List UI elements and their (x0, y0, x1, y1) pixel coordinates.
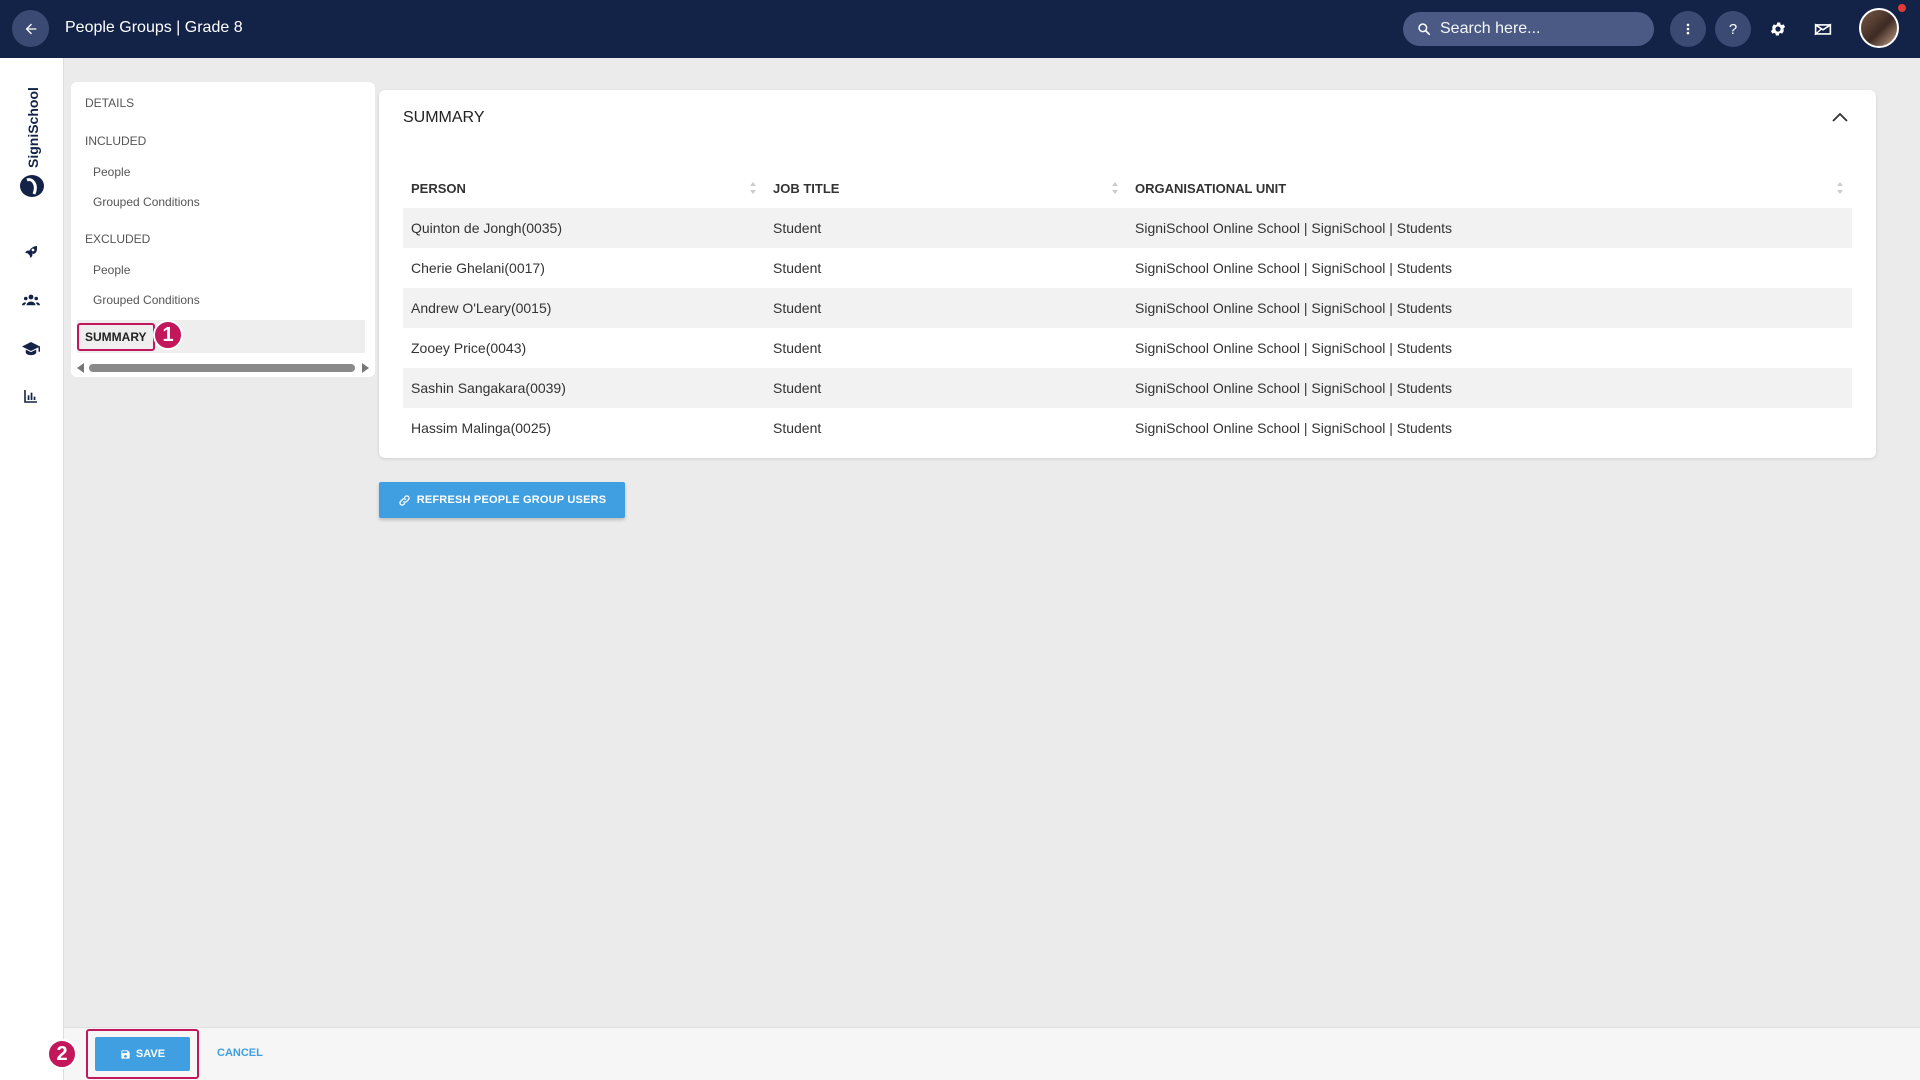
search-input[interactable] (1440, 20, 1640, 38)
collapse-button[interactable] (1828, 106, 1852, 130)
messages-icon (1814, 23, 1832, 36)
column-header-organisational-unit[interactable]: ORGANISATIONAL UNIT (1127, 168, 1852, 208)
footer-bar (64, 1027, 1920, 1080)
avatar[interactable] (1859, 8, 1899, 48)
cell-person: Zooey Price(0043) (411, 340, 527, 356)
settings-button[interactable] (1760, 11, 1796, 47)
sort-icon (750, 182, 756, 194)
table-row[interactable]: Sashin Sangakara(0039) Student SigniScho… (403, 368, 1852, 408)
cell-job-title: Student (773, 340, 822, 356)
left-rail: SigniSchool (0, 58, 64, 1080)
bar-chart-icon (24, 390, 37, 403)
help-icon: ? (1728, 20, 1738, 38)
cell-job-title: Student (765, 368, 1127, 408)
summary-table: PERSON JOB TITLE ORGANISATIONAL UNIT Qui… (403, 168, 1852, 448)
people-icon (22, 294, 40, 306)
more-options-button[interactable] (1670, 11, 1706, 47)
table-row[interactable]: Andrew O'Leary(0015) Student SigniSchool… (403, 288, 1852, 328)
nav-details[interactable]: DETAILS (85, 96, 134, 110)
cell-person: Quinton de Jongh(0035) (403, 208, 765, 248)
scrollbar-thumb[interactable] (89, 364, 355, 372)
back-button[interactable] (12, 10, 49, 47)
chevron-up-icon (1832, 112, 1848, 122)
summary-card: SUMMARY PERSON JOB TITLE ORGANISATIONAL … (379, 90, 1876, 458)
logo-text: SigniSchool (25, 88, 41, 168)
cell-org-unit: SigniSchool Online School | SigniSchool … (1127, 288, 1852, 328)
rail-launch[interactable] (19, 240, 43, 264)
table-row[interactable]: Quinton de Jongh(0035) Student SigniScho… (403, 208, 1852, 248)
nav-excluded[interactable]: EXCLUDED (85, 232, 150, 246)
cell-org-unit: SigniSchool Online School | SigniSchool … (1127, 208, 1852, 248)
cell-org-unit: SigniSchool Online School | SigniSchool … (1135, 340, 1453, 356)
nav-included-people[interactable]: People (93, 165, 130, 179)
column-header-person[interactable]: PERSON (403, 168, 765, 208)
save-button-label: SAVE (135, 1048, 166, 1060)
notification-dot (1898, 4, 1906, 12)
rail-people[interactable] (19, 288, 43, 312)
sort-icon (1112, 182, 1118, 194)
step-badge-1: 1 (153, 320, 183, 350)
summary-title: SUMMARY (403, 109, 485, 126)
refresh-people-group-users-button[interactable]: REFRESH PEOPLE GROUP USERS (379, 482, 625, 518)
save-button[interactable]: SAVE (95, 1037, 190, 1071)
cell-org-unit: SigniSchool Online School | SigniSchool … (1135, 420, 1453, 436)
table-row[interactable]: Hassim Malinga(0025) Student SigniSchool… (403, 408, 1852, 448)
cell-org-unit: SigniSchool Online School | SigniSchool … (1135, 260, 1453, 276)
cell-job-title: Student (773, 420, 822, 436)
gear-icon (1770, 22, 1786, 36)
section-nav: DETAILS INCLUDED People Grouped Conditio… (71, 82, 375, 377)
cell-job-title: Student (773, 260, 822, 276)
nav-included-grouped-conditions[interactable]: Grouped Conditions (93, 195, 200, 209)
cell-person: Andrew O'Leary(0015) (403, 288, 765, 328)
signischool-logo[interactable]: SigniSchool (14, 87, 50, 200)
page-title: People Groups | Grade 8 (65, 19, 243, 36)
top-bar: People Groups | Grade 8 ? (0, 0, 1920, 58)
link-icon (399, 494, 410, 506)
cancel-button[interactable]: CANCEL (217, 1047, 263, 1059)
horizontal-scrollbar[interactable] (73, 362, 373, 374)
messages-button[interactable] (1805, 11, 1841, 47)
arrow-left-icon (25, 23, 36, 34)
nav-excluded-grouped-conditions[interactable]: Grouped Conditions (93, 293, 200, 307)
cell-person: Sashin Sangakara(0039) (403, 368, 765, 408)
step-badge-2: 2 (47, 1039, 77, 1069)
column-header-job-title[interactable]: JOB TITLE (765, 168, 1127, 208)
nav-excluded-people[interactable]: People (93, 263, 130, 277)
graduation-cap-icon (22, 342, 40, 356)
cell-job-title: Student (765, 288, 1127, 328)
rail-reports[interactable] (19, 384, 43, 408)
refresh-button-label: REFRESH PEOPLE GROUP USERS (416, 494, 607, 506)
scroll-left-icon[interactable] (77, 363, 84, 373)
help-button[interactable]: ? (1715, 11, 1751, 47)
save-icon (121, 1049, 130, 1059)
scroll-right-icon[interactable] (362, 363, 369, 373)
sort-icon (1837, 182, 1843, 194)
more-vertical-icon (1686, 23, 1690, 35)
table-row[interactable]: Cherie Ghelani(0017) Student SigniSchool… (403, 248, 1852, 288)
cell-person: Cherie Ghelani(0017) (411, 260, 545, 276)
rocket-icon (25, 246, 37, 258)
table-row[interactable]: Zooey Price(0043) Student SigniSchool On… (403, 328, 1852, 368)
search-icon (1418, 23, 1431, 36)
rail-education[interactable] (19, 336, 43, 360)
nav-included[interactable]: INCLUDED (85, 134, 146, 148)
cell-job-title: Student (765, 208, 1127, 248)
cell-person: Hassim Malinga(0025) (411, 420, 552, 436)
nav-summary[interactable]: SUMMARY (77, 323, 155, 351)
cell-org-unit: SigniSchool Online School | SigniSchool … (1127, 368, 1852, 408)
search-box[interactable] (1403, 12, 1654, 46)
table-header-row: PERSON JOB TITLE ORGANISATIONAL UNIT (403, 168, 1852, 208)
